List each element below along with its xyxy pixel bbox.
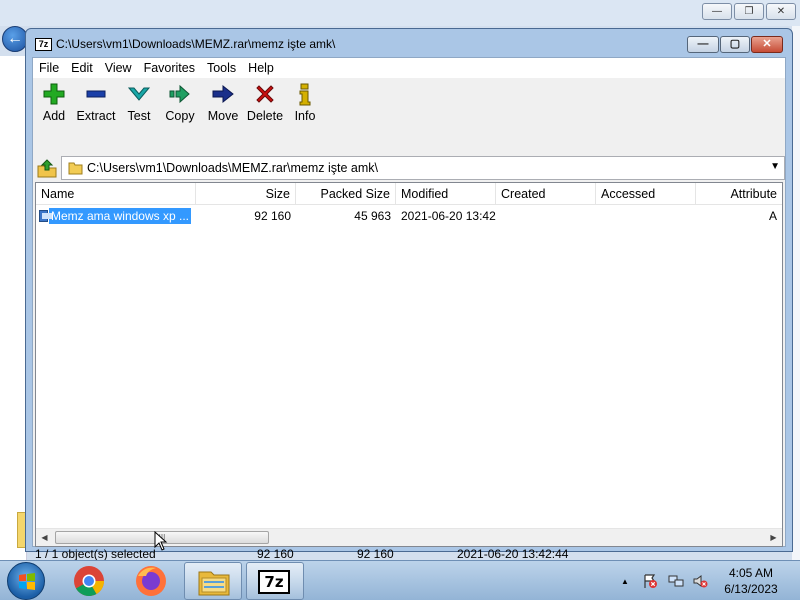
network-icon[interactable] xyxy=(668,573,684,589)
titlebar[interactable]: 7z C:\Users\vm1\Downloads\MEMZ.rar\memz … xyxy=(26,29,792,57)
status-modified: 2021-06-20 13:42:44 xyxy=(457,547,569,561)
horizontal-scrollbar[interactable]: ◀ III ▶ xyxy=(36,528,782,546)
scroll-right-icon[interactable]: ▶ xyxy=(765,529,782,546)
move-button[interactable]: Move xyxy=(203,82,243,130)
background-window-edge xyxy=(792,26,800,560)
file-icon xyxy=(39,210,52,222)
7zip-icon: 7z xyxy=(258,570,290,594)
taskbar-file-explorer[interactable] xyxy=(184,562,242,600)
info-icon xyxy=(299,83,311,106)
status-selection: 1 / 1 object(s) selected xyxy=(35,547,156,561)
folder-up-icon[interactable] xyxy=(36,158,58,178)
column-header-created[interactable]: Created xyxy=(496,183,596,205)
scroll-left-icon[interactable]: ◀ xyxy=(36,529,53,546)
status-packed-size: 92 160 xyxy=(357,547,394,561)
menu-edit[interactable]: Edit xyxy=(65,58,99,78)
table-row[interactable]: Memz ama windows xp ... 92 160 45 963 20… xyxy=(36,207,782,225)
menu-view[interactable]: View xyxy=(99,58,138,78)
minus-icon xyxy=(86,90,106,98)
background-minimize-button[interactable]: — xyxy=(702,3,732,20)
copy-label: Copy xyxy=(165,109,195,123)
info-button[interactable]: Info xyxy=(289,82,321,130)
taskbar-chrome[interactable] xyxy=(60,562,118,600)
column-header-size[interactable]: Size xyxy=(196,183,296,205)
maximize-button[interactable]: ▢ xyxy=(720,36,750,53)
volume-muted-icon[interactable] xyxy=(692,573,708,589)
background-navigation-pane xyxy=(0,56,27,560)
row-size: 92 160 xyxy=(254,209,291,223)
file-explorer-icon xyxy=(198,571,230,596)
status-size: 92 160 xyxy=(257,547,294,561)
column-header-attributes[interactable]: Attribute xyxy=(696,183,782,205)
system-clock[interactable]: 4:05 AM 6/13/2023 xyxy=(710,565,792,597)
row-accessed xyxy=(596,207,696,225)
menu-help[interactable]: Help xyxy=(242,58,280,78)
clock-time: 4:05 AM xyxy=(728,566,774,580)
column-header-accessed[interactable]: Accessed xyxy=(596,183,696,205)
mouse-cursor-icon xyxy=(154,531,168,551)
minimize-button[interactable]: — xyxy=(687,36,719,53)
taskbar: 7z ▲ 4:05 AM 6/13/2023 xyxy=(0,560,800,600)
chrome-icon xyxy=(74,566,104,597)
extract-button[interactable]: Extract xyxy=(73,82,119,130)
action-center-flag-icon[interactable] xyxy=(642,573,658,589)
seven-zip-window: 7z C:\Users\vm1\Downloads\MEMZ.rar\memz … xyxy=(25,28,793,561)
client-area: File Edit View Favorites Tools Help Add … xyxy=(32,57,786,561)
taskbar-firefox[interactable] xyxy=(122,562,180,600)
menu-favorites[interactable]: Favorites xyxy=(138,58,201,78)
delete-label: Delete xyxy=(246,109,284,123)
file-list[interactable]: Name Size Packed Size Modified Created A… xyxy=(35,182,783,547)
background-close-button[interactable]: ✕ xyxy=(766,3,796,20)
move-arrow-icon xyxy=(212,84,234,104)
row-packed-size: 45 963 xyxy=(354,209,391,223)
chevron-down-icon[interactable]: ▼ xyxy=(770,161,780,172)
menu-file[interactable]: File xyxy=(33,58,65,78)
menu-tools[interactable]: Tools xyxy=(201,58,242,78)
taskbar-7zip[interactable]: 7z xyxy=(246,562,304,600)
column-header-modified[interactable]: Modified xyxy=(396,183,496,205)
row-attributes: A xyxy=(768,209,777,223)
move-label: Move xyxy=(207,109,239,123)
plus-icon xyxy=(43,83,65,105)
windows-logo-icon xyxy=(19,573,35,590)
clock-date: 6/13/2023 xyxy=(724,582,778,596)
background-titlebar: — ❐ ✕ xyxy=(0,0,800,26)
extract-label: Extract xyxy=(76,109,116,123)
test-button[interactable]: Test xyxy=(121,82,157,130)
seven-zip-app-icon: 7z xyxy=(35,38,52,51)
menu-bar: File Edit View Favorites Tools Help xyxy=(33,58,785,78)
delete-x-icon xyxy=(256,85,274,103)
test-label: Test xyxy=(127,109,151,123)
list-header: Name Size Packed Size Modified Created A… xyxy=(36,183,782,205)
window-title: C:\Users\vm1\Downloads\MEMZ.rar\memz işt… xyxy=(56,37,336,51)
column-header-name[interactable]: Name xyxy=(36,183,196,205)
check-icon xyxy=(127,87,151,101)
firefox-icon xyxy=(136,566,166,596)
copy-arrow-icon xyxy=(169,84,190,104)
toolbar: Add Extract Test Copy Move Delete Info xyxy=(33,78,785,154)
row-created xyxy=(496,207,596,225)
add-label: Add xyxy=(42,109,66,123)
address-path: C:\Users\vm1\Downloads\MEMZ.rar\memz işt… xyxy=(87,161,379,175)
column-header-packed-size[interactable]: Packed Size xyxy=(296,183,396,205)
address-bar: C:\Users\vm1\Downloads\MEMZ.rar\memz işt… xyxy=(33,156,785,180)
delete-button[interactable]: Delete xyxy=(245,82,285,130)
add-button[interactable]: Add xyxy=(35,82,73,130)
background-restore-button[interactable]: ❐ xyxy=(734,3,764,20)
row-name: Memz ama windows xp ... xyxy=(48,208,191,224)
row-name-cell[interactable]: Memz ama windows xp ... xyxy=(36,207,196,225)
show-hidden-icons-icon[interactable]: ▲ xyxy=(621,577,629,586)
copy-button[interactable]: Copy xyxy=(159,82,201,130)
folder-icon xyxy=(68,162,83,175)
info-label: Info xyxy=(294,109,316,123)
row-modified: 2021-06-20 13:42 xyxy=(401,209,496,223)
close-button[interactable]: ✕ xyxy=(751,36,783,53)
start-button[interactable] xyxy=(7,562,45,600)
address-input[interactable]: C:\Users\vm1\Downloads\MEMZ.rar\memz işt… xyxy=(61,156,785,180)
